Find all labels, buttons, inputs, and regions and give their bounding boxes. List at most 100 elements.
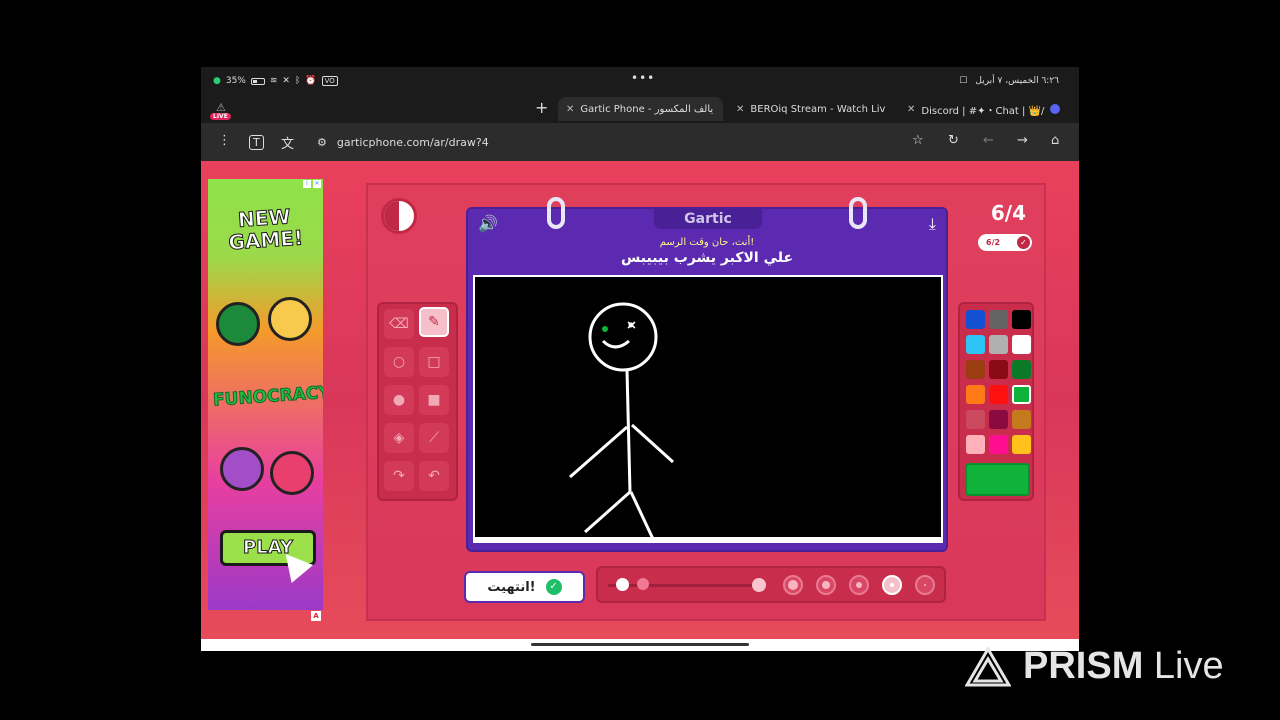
drawing-canvas[interactable]	[473, 275, 943, 543]
color-swatch[interactable]	[966, 310, 985, 329]
tab-discord[interactable]: ✕ Discord | #✦・Chat | 👑/	[899, 97, 1069, 121]
forward-icon[interactable]: →	[1017, 133, 1028, 148]
advertisement[interactable]: i ✕ NEW GAME! FUNOCRACY PLAY	[208, 179, 323, 610]
site-settings-icon[interactable]: ⚙	[317, 136, 327, 149]
brush-size-medium[interactable]	[849, 575, 869, 595]
ad-choices[interactable]: i ✕	[303, 180, 321, 188]
close-tab-icon[interactable]: ✕	[736, 104, 744, 115]
tab-gartic-phone[interactable]: ✕ Gartic Phone - يالف المكسور	[558, 97, 723, 121]
ad-close-icon[interactable]: ✕	[313, 180, 321, 188]
phone-icon: ☐	[959, 76, 968, 86]
reload-icon[interactable]: ↻	[948, 133, 959, 148]
color-swatch[interactable]	[989, 360, 1008, 379]
color-swatch[interactable]	[966, 385, 985, 404]
gartic-logo: Gartic	[654, 209, 762, 229]
paint-bucket-icon: ◈	[393, 430, 405, 446]
brush-size-small-selected[interactable]	[882, 575, 902, 595]
tab-switcher-icon[interactable]: T	[249, 135, 264, 150]
wifi-icon: ≋	[269, 76, 278, 86]
size-dot-icon	[788, 580, 798, 590]
live-stream-icon[interactable]: ⚠ LIVE	[209, 99, 235, 123]
fill-bucket-tool[interactable]: ◈	[384, 423, 414, 453]
ad-info-icon[interactable]: i	[303, 180, 311, 188]
mute-icon: ✕	[282, 76, 290, 86]
new-tab-button[interactable]: +	[535, 98, 548, 117]
color-swatch[interactable]	[1012, 360, 1031, 379]
square-outline-icon: □	[427, 354, 441, 370]
opacity-slider[interactable]	[608, 576, 768, 594]
color-swatch[interactable]	[966, 335, 985, 354]
slider-end-marker	[752, 578, 766, 592]
color-swatch[interactable]	[966, 360, 985, 379]
slider-marker	[637, 578, 649, 590]
slider-track	[608, 584, 756, 587]
bluetooth-icon: ᛒ	[294, 76, 301, 86]
color-swatch[interactable]	[1012, 435, 1031, 454]
done-button[interactable]: انتهيت! ✓	[464, 571, 585, 603]
drawing-tools: ⌫ ✎ ○ □ ● ■ ◈ ⟋ ↷ ↶	[377, 302, 458, 501]
color-swatch[interactable]	[1012, 310, 1031, 329]
color-swatch[interactable]	[989, 410, 1008, 429]
alarm-icon: ⏰	[305, 76, 317, 86]
game-area: 6/4 6/2 ✓ ⌫ ✎ ○ □ ● ■ ◈ ⟋ ↷ ↶ Gartic 🔊 ⤓…	[366, 183, 1046, 621]
translate-icon[interactable]: 文	[281, 133, 294, 152]
color-palette	[958, 302, 1034, 501]
thumbs-up-character-icon	[216, 302, 260, 346]
download-icon[interactable]: ⤓	[929, 214, 936, 234]
watermark-suffix: Live	[1153, 645, 1224, 687]
color-swatch[interactable]	[1012, 335, 1031, 354]
eraser-icon: ⌫	[389, 316, 409, 332]
url-field[interactable]: ⚙ garticphone.com/ar/draw?4	[309, 129, 924, 155]
color-swatch[interactable]	[989, 385, 1008, 404]
line-icon: ⟋	[429, 430, 439, 446]
status-right: ☐ ٦:٢٦ الخميس، ٧ أبريل	[959, 76, 1059, 86]
tab-beroiq-stream[interactable]: ✕ BEROiq Stream - Watch Liv	[728, 97, 898, 121]
rectangle-fill-tool[interactable]: ■	[419, 385, 449, 415]
watermark-text: PRISM Live	[1023, 645, 1224, 688]
ellipse-fill-tool[interactable]: ●	[384, 385, 414, 415]
color-swatch-selected[interactable]	[1012, 385, 1031, 404]
slider-handle[interactable]	[616, 578, 629, 591]
more-menu-icon[interactable]: ⋮	[218, 133, 231, 148]
live-badge: LIVE	[210, 113, 231, 120]
undo-tool[interactable]: ↶	[419, 461, 449, 491]
eraser-tool[interactable]: ⌫	[384, 309, 414, 339]
size-dot-icon	[822, 581, 830, 589]
line-tool[interactable]: ⟋	[419, 423, 449, 453]
close-tab-icon[interactable]: ✕	[566, 104, 574, 115]
check-icon: ✓	[1017, 236, 1030, 249]
menu-dots-icon[interactable]: •••	[631, 71, 655, 85]
color-swatch[interactable]	[989, 310, 1008, 329]
home-icon[interactable]: ⌂	[1051, 133, 1059, 148]
redo-icon: ↷	[393, 468, 405, 484]
volte-icon: VO	[321, 76, 338, 86]
color-swatch[interactable]	[989, 435, 1008, 454]
tab-label: BEROiq Stream - Watch Liv	[750, 103, 886, 115]
back-icon[interactable]: ←	[983, 133, 994, 148]
prompt-text: علي الاكبر يشرب بيبيبس	[620, 250, 794, 266]
color-swatch[interactable]	[989, 335, 1008, 354]
ad-badge-icon: A	[311, 611, 321, 621]
ellipse-outline-tool[interactable]: ○	[384, 347, 414, 377]
battery-icon	[250, 77, 265, 85]
brush-size-tiny[interactable]	[915, 575, 935, 595]
angry-character-icon	[270, 451, 314, 495]
battery-text: 35%	[225, 76, 246, 86]
speaker-icon[interactable]: 🔊	[478, 214, 498, 233]
close-tab-icon[interactable]: ✕	[907, 104, 915, 115]
color-swatch[interactable]	[966, 435, 985, 454]
binder-ring-icon	[547, 197, 565, 229]
pencil-tool[interactable]: ✎	[419, 307, 449, 337]
dot-icon: ●	[213, 76, 221, 86]
color-swatch[interactable]	[1012, 410, 1031, 429]
brush-size-xl[interactable]	[783, 575, 803, 595]
bookmark-star-icon[interactable]: ☆	[912, 133, 924, 148]
address-bar: ⋮ T 文 ⚙ garticphone.com/ar/draw?4 ☆ ↻ ← …	[201, 123, 1079, 161]
brush-size-large[interactable]	[816, 575, 836, 595]
round-badge: 6/2 ✓	[978, 234, 1032, 251]
drawing-panel: Gartic 🔊 ⤓ أنت، حان وقت الرسم! علي الاكب…	[466, 197, 948, 552]
rectangle-outline-tool[interactable]: □	[419, 347, 449, 377]
color-swatch[interactable]	[966, 410, 985, 429]
clock-date: ٦:٢٦ الخميس، ٧ أبريل	[975, 76, 1059, 86]
redo-tool[interactable]: ↷	[384, 461, 414, 491]
